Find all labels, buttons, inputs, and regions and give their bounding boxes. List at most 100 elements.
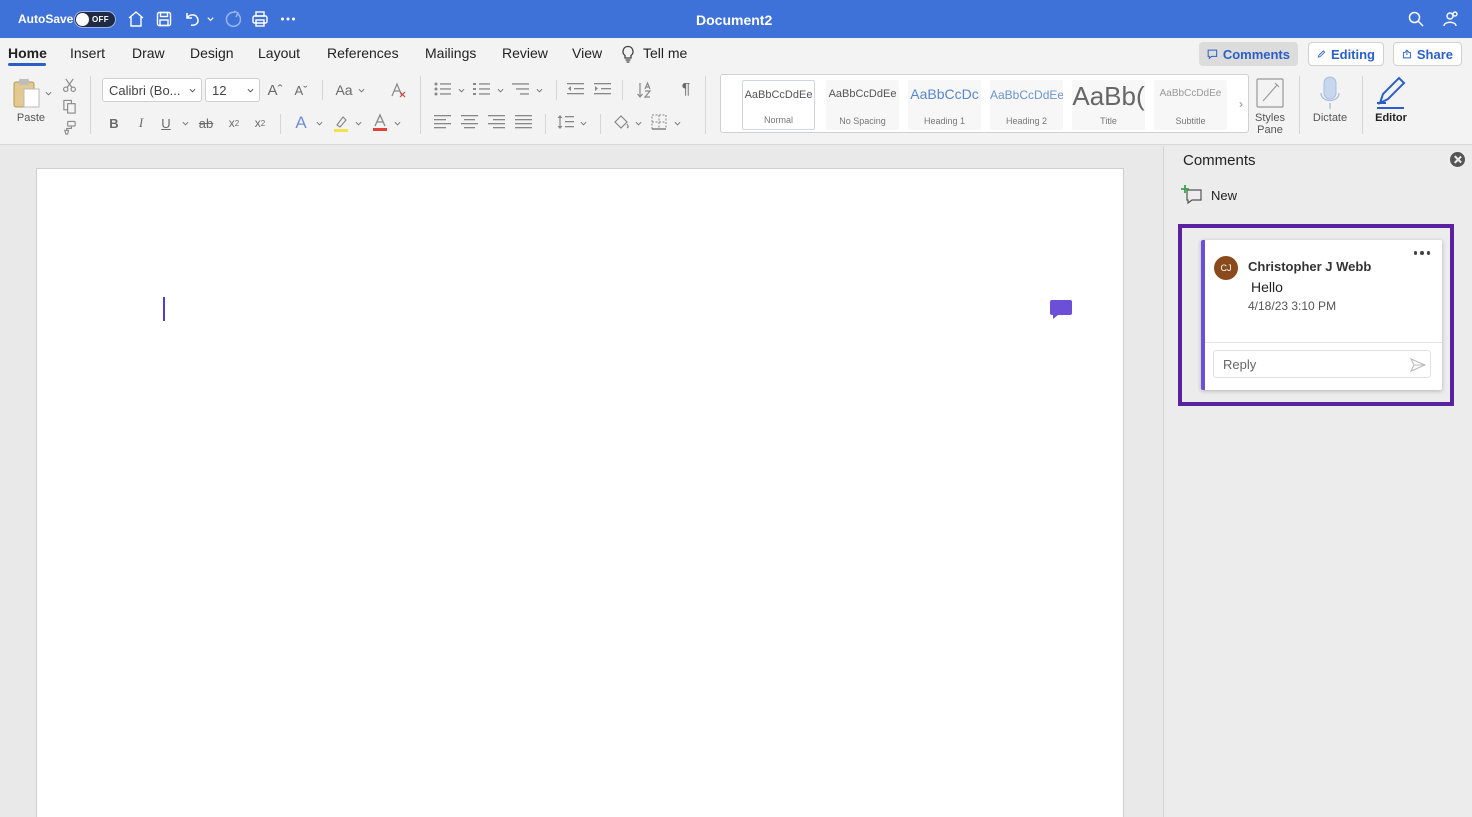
numbering-chevron-icon[interactable] xyxy=(497,87,504,94)
cut-icon[interactable] xyxy=(61,77,77,93)
clear-formatting-icon[interactable] xyxy=(388,80,408,100)
numbering-icon[interactable] xyxy=(473,81,491,97)
grow-font-icon[interactable]: Aˆ xyxy=(266,80,284,100)
superscript-icon[interactable]: x2 xyxy=(252,114,268,132)
account-icon[interactable] xyxy=(1440,9,1460,29)
more-icon[interactable] xyxy=(278,9,298,29)
style-normal[interactable]: AaBbCcDdEe Normal xyxy=(742,80,815,130)
tab-insert[interactable]: Insert xyxy=(70,45,105,61)
font-size-dropdown[interactable]: 12 xyxy=(205,78,260,102)
style-subtitle[interactable]: AaBbCcDdEe Subtitle xyxy=(1154,80,1227,130)
paste-options-chevron-icon[interactable] xyxy=(45,90,52,97)
document-area xyxy=(0,146,1163,817)
autosave-toggle[interactable]: OFF xyxy=(74,11,116,28)
borders-icon[interactable] xyxy=(650,113,668,131)
comments-button-label: Comments xyxy=(1222,46,1290,62)
ribbon-separator xyxy=(600,114,601,134)
styles-pane-icon[interactable] xyxy=(1254,76,1286,110)
italic-icon[interactable]: I xyxy=(133,114,149,132)
undo-dropdown-chevron-icon[interactable] xyxy=(203,9,217,29)
ribbon-separator xyxy=(280,114,281,134)
bullets-icon[interactable] xyxy=(434,81,452,97)
justify-icon[interactable] xyxy=(515,114,533,130)
format-painter-icon[interactable] xyxy=(61,119,77,135)
highlight-chevron-icon[interactable] xyxy=(355,120,362,127)
save-icon[interactable] xyxy=(154,9,174,29)
style-title[interactable]: AaBb( Title xyxy=(1072,80,1145,130)
tab-mailings[interactable]: Mailings xyxy=(425,45,476,61)
change-case-icon[interactable]: Aa xyxy=(333,80,355,100)
shading-chevron-icon[interactable] xyxy=(635,120,642,127)
microphone-icon[interactable] xyxy=(1315,74,1345,112)
style-sample: AaBbCcDdEe xyxy=(744,89,813,101)
align-right-icon[interactable] xyxy=(488,114,506,130)
text-effects-icon[interactable]: A xyxy=(292,113,310,133)
strikethrough-icon[interactable]: ab xyxy=(197,114,215,132)
underline-chevron-icon[interactable] xyxy=(182,120,189,127)
text-effects-chevron-icon[interactable] xyxy=(316,120,323,127)
document-page[interactable] xyxy=(36,168,1124,817)
dictate-label: Dictate xyxy=(1312,112,1348,124)
paste-icon[interactable] xyxy=(10,76,42,110)
tell-me-search[interactable]: Tell me xyxy=(643,45,687,61)
multilevel-list-icon[interactable] xyxy=(512,81,530,97)
reply-input[interactable]: Reply xyxy=(1213,350,1431,378)
style-sample: AaBbCcDc xyxy=(910,86,979,102)
highlight-icon[interactable] xyxy=(331,113,351,133)
redo-icon[interactable] xyxy=(222,9,242,29)
sort-icon[interactable] xyxy=(635,80,655,100)
new-comment-button[interactable]: New xyxy=(1181,184,1237,206)
comment-marker-icon[interactable] xyxy=(1049,299,1073,321)
tab-references[interactable]: References xyxy=(327,45,399,61)
style-heading-2[interactable]: AaBbCcDdEe Heading 2 xyxy=(990,80,1063,130)
editor-icon[interactable] xyxy=(1374,75,1408,111)
copy-icon[interactable] xyxy=(61,98,77,114)
search-icon[interactable] xyxy=(1406,9,1426,29)
show-formatting-marks-icon[interactable]: ¶ xyxy=(677,80,695,100)
tab-design[interactable]: Design xyxy=(190,45,234,61)
borders-chevron-icon[interactable] xyxy=(674,120,681,127)
editing-button[interactable]: Editing xyxy=(1308,42,1384,66)
bold-icon[interactable]: B xyxy=(106,114,122,132)
font-color-icon[interactable] xyxy=(370,112,390,132)
line-spacing-icon[interactable] xyxy=(557,114,575,130)
decrease-indent-icon[interactable] xyxy=(567,81,585,97)
font-size-chevron-icon xyxy=(247,88,254,93)
style-no-spacing[interactable]: AaBbCcDdEe No Spacing xyxy=(826,80,899,130)
style-sample: AaBb( xyxy=(1072,81,1145,111)
share-button[interactable]: Share xyxy=(1393,42,1462,66)
home-icon[interactable] xyxy=(126,9,146,29)
underline-icon[interactable]: U xyxy=(158,114,174,132)
comment-date: 4/18/23 3:10 PM xyxy=(1248,299,1337,313)
tab-review[interactable]: Review xyxy=(502,45,548,61)
comment-card[interactable]: CJ Christopher J Webb Hello 4/18/23 3:10… xyxy=(1201,240,1442,390)
print-icon[interactable] xyxy=(250,9,270,29)
comments-button[interactable]: Comments xyxy=(1199,42,1298,66)
line-spacing-chevron-icon[interactable] xyxy=(580,120,587,127)
change-case-chevron-icon[interactable] xyxy=(358,87,365,94)
bullets-chevron-icon[interactable] xyxy=(458,87,465,94)
shrink-font-icon[interactable]: Aˇ xyxy=(292,80,310,100)
editor-label: Editor xyxy=(1375,112,1407,124)
tab-home[interactable]: Home xyxy=(8,45,47,61)
undo-icon[interactable] xyxy=(182,9,202,29)
tab-view[interactable]: View xyxy=(572,45,602,61)
tab-layout[interactable]: Layout xyxy=(258,45,300,61)
font-name-dropdown[interactable]: Calibri (Bo... xyxy=(102,78,202,102)
styles-gallery-chevron-right-icon[interactable]: › xyxy=(1235,96,1247,112)
style-heading-1[interactable]: AaBbCcDc Heading 1 xyxy=(908,80,981,130)
tab-draw[interactable]: Draw xyxy=(132,45,165,61)
font-color-chevron-icon[interactable] xyxy=(394,120,401,127)
close-pane-icon[interactable] xyxy=(1450,152,1465,167)
style-sample: AaBbCcDdEe xyxy=(1159,88,1222,99)
comment-more-icon[interactable] xyxy=(1411,246,1433,260)
align-left-icon[interactable] xyxy=(434,114,452,130)
multilevel-list-chevron-icon[interactable] xyxy=(536,87,543,94)
increase-indent-icon[interactable] xyxy=(594,81,612,97)
send-icon[interactable] xyxy=(1410,358,1426,372)
shading-icon[interactable] xyxy=(611,113,631,131)
align-center-icon[interactable] xyxy=(461,114,479,130)
subscript-icon[interactable]: x2 xyxy=(226,114,242,132)
comments-pane: Comments New CJ Christopher J Webb Hello… xyxy=(1163,146,1472,817)
reply-placeholder: Reply xyxy=(1223,357,1257,372)
